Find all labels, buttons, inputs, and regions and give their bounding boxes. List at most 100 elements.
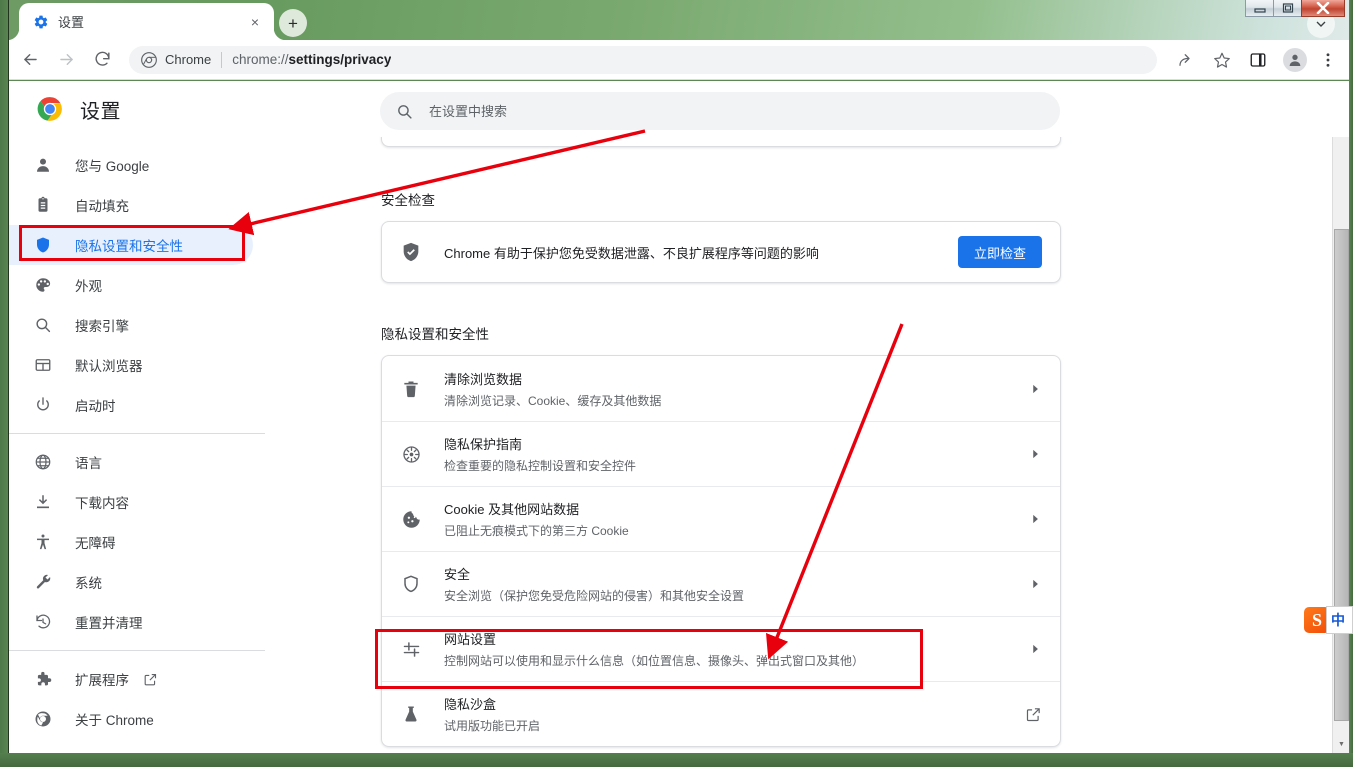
sidebar-item-downloads[interactable]: 下载内容 — [9, 482, 253, 522]
person-icon — [33, 155, 53, 175]
row-subtitle: 安全浏览（保护您免受危险网站的侵害）和其他安全设置 — [444, 589, 745, 603]
row-text: 隐私保护指南 检查重要的隐私控制设置和安全控件 — [444, 434, 1028, 474]
new-tab-button[interactable]: + — [279, 9, 307, 37]
chevron-right-icon[interactable] — [1028, 512, 1042, 526]
sidebar-divider-1 — [9, 433, 265, 434]
browser-toolbar: Chrome chrome://settings/privacy — [9, 40, 1349, 80]
download-icon — [33, 492, 53, 512]
chrome-logo-icon — [33, 709, 53, 729]
window-frame-right — [1349, 0, 1353, 767]
row-clear-browsing-data[interactable]: 清除浏览数据 清除浏览记录、Cookie、缓存及其他数据 — [382, 356, 1060, 421]
chevron-right-icon[interactable] — [1028, 447, 1042, 461]
row-text: 清除浏览数据 清除浏览记录、Cookie、缓存及其他数据 — [444, 369, 1028, 409]
sidebar-item-autofill[interactable]: 自动填充 — [9, 185, 253, 225]
tab-title: 设置 — [58, 15, 85, 30]
omnibox-url: chrome://settings/privacy — [232, 52, 392, 67]
toolbar-right-actions — [1165, 45, 1349, 75]
sidebar-item-reset-and-clean-up[interactable]: 重置并清理 — [9, 602, 253, 642]
chrome-logo-icon — [141, 51, 157, 68]
ime-indicator[interactable]: S 中 — [1304, 603, 1353, 637]
browser-window: 设置 × + Chrome chrome://settings/privacy … — [0, 0, 1353, 767]
chrome-logo — [37, 96, 63, 122]
row-privacy-sandbox[interactable]: 隐私沙盒 试用版功能已开启 — [382, 681, 1060, 746]
chevron-right-icon[interactable] — [1028, 382, 1042, 396]
share-icon[interactable] — [1171, 45, 1201, 75]
three-dot-menu-icon[interactable] — [1313, 45, 1343, 75]
sidebar-item-system[interactable]: 系统 — [9, 562, 253, 602]
chevron-right-icon[interactable] — [1028, 642, 1042, 656]
sidebar-item-on-startup[interactable]: 启动时 — [9, 385, 253, 425]
row-subtitle: 已阻止无痕模式下的第三方 Cookie — [444, 524, 629, 538]
chevron-right-icon[interactable] — [1028, 577, 1042, 591]
shield-check-icon — [400, 241, 422, 263]
vertical-scrollbar[interactable]: ▲ ▼ — [1332, 81, 1349, 753]
globe-icon — [33, 452, 53, 472]
sidebar-item-languages[interactable]: 语言 — [9, 442, 253, 482]
puzzle-icon — [33, 669, 53, 689]
ime-mode-label[interactable]: 中 — [1326, 606, 1353, 634]
maximize-button[interactable] — [1273, 0, 1302, 17]
row-text: 隐私沙盒 试用版功能已开启 — [444, 694, 1025, 734]
clipboard-icon — [33, 195, 53, 215]
avatar[interactable] — [1283, 47, 1307, 72]
scroll-down-arrow-icon[interactable]: ▼ — [1333, 736, 1350, 753]
scrollbar-thumb[interactable] — [1334, 229, 1349, 721]
row-title: 隐私保护指南 — [444, 437, 523, 452]
sidebar-item-label: 语言 — [75, 456, 102, 471]
safety-check-text: Chrome 有助于保护您免受数据泄露、不良扩展程序等问题的影响 — [444, 245, 819, 261]
search-icon — [396, 103, 413, 120]
external-link-icon[interactable] — [1025, 706, 1042, 723]
sidebar-item-search-engine[interactable]: 搜索引擎 — [9, 305, 253, 345]
close-button[interactable] — [1301, 0, 1345, 17]
shield-icon — [400, 573, 422, 595]
sidebar-item-you-and-google[interactable]: 您与 Google — [9, 145, 253, 185]
sidebar-item-accessibility[interactable]: 无障碍 — [9, 522, 253, 562]
tab-settings[interactable]: 设置 × — [9, 3, 274, 40]
settings-search-box[interactable] — [380, 92, 1060, 130]
sidebar-item-appearance[interactable]: 外观 — [9, 265, 253, 305]
window-controls — [1245, 0, 1345, 18]
window-frame-bottom — [0, 753, 1353, 767]
accessibility-icon — [33, 532, 53, 552]
sidebar-item-label: 无障碍 — [75, 536, 116, 551]
sidebar-item-extensions[interactable]: 扩展程序 — [9, 659, 253, 699]
tab-strip: 设置 × + — [9, 0, 1349, 40]
sidebar-item-default-browser[interactable]: 默认浏览器 — [9, 345, 253, 385]
address-bar[interactable]: Chrome chrome://settings/privacy — [129, 45, 1157, 74]
row-subtitle: 检查重要的隐私控制设置和安全控件 — [444, 459, 637, 473]
highlight-box-site-settings — [375, 629, 923, 689]
partial-card-above — [381, 137, 1061, 147]
sidebar-item-label: 重置并清理 — [75, 616, 143, 631]
safety-check-section-title: 安全检查 — [381, 193, 435, 208]
search-input[interactable] — [429, 103, 1044, 119]
safety-check-card: Chrome 有助于保护您免受数据泄露、不良扩展程序等问题的影响 立即检查 — [381, 221, 1061, 283]
row-privacy-guide[interactable]: 隐私保护指南 检查重要的隐私控制设置和安全控件 — [382, 421, 1060, 486]
row-cookies-and-site-data[interactable]: Cookie 及其他网站数据 已阻止无痕模式下的第三方 Cookie — [382, 486, 1060, 551]
row-security[interactable]: 安全 安全浏览（保护您免受危险网站的侵害）和其他安全设置 — [382, 551, 1060, 616]
wrench-icon — [33, 572, 53, 592]
star-icon[interactable] — [1207, 45, 1237, 75]
reload-icon[interactable] — [87, 45, 117, 75]
side-panel-icon[interactable] — [1243, 45, 1273, 75]
sidebar-item-about-chrome[interactable]: 关于 Chrome — [9, 699, 253, 739]
sidebar-item-label: 下载内容 — [75, 496, 129, 511]
privacy-guide-icon — [400, 443, 422, 465]
row-title: 清除浏览数据 — [444, 371, 523, 387]
close-icon[interactable]: × — [246, 13, 264, 31]
minimize-button[interactable] — [1245, 0, 1274, 17]
check-now-button[interactable]: 立即检查 — [957, 236, 1042, 268]
row-title: 安全 — [444, 567, 471, 582]
external-link-icon[interactable] — [143, 672, 158, 687]
sidebar-divider-2 — [9, 650, 265, 651]
forward-icon[interactable] — [51, 45, 81, 75]
sidebar-item-label: 启动时 — [75, 399, 116, 414]
back-icon[interactable] — [15, 45, 45, 75]
sidebar-item-label: 搜索引擎 — [75, 319, 129, 334]
omnibox-separator — [221, 51, 223, 68]
trash-icon — [400, 378, 422, 400]
sidebar-item-label: 外观 — [75, 279, 102, 294]
sidebar-item-label: 自动填充 — [75, 199, 129, 214]
gear-icon — [33, 14, 49, 30]
flask-icon — [400, 703, 422, 725]
privacy-section-title: 隐私设置和安全性 — [381, 327, 489, 342]
